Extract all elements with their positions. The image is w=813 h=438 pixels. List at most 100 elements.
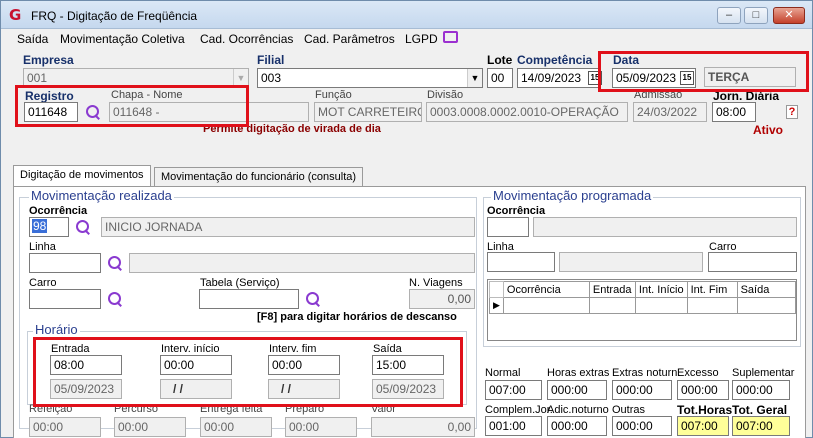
main-window: G FRQ - Digitação de Freqüência – □ ✕ Sa… — [0, 0, 813, 438]
adic-noturno-field: 000:00 — [547, 416, 607, 436]
horas-extras-field: 000:00 — [547, 380, 607, 400]
saida-time-field[interactable]: 15:00 — [372, 355, 444, 375]
prog-ocorrencia-label: Ocorrência — [487, 205, 546, 217]
interv-fim-time-field[interactable]: 00:00 — [268, 355, 340, 375]
empresa-select[interactable]: 001 — [23, 68, 249, 88]
admissao-field: 24/03/2022 — [633, 102, 707, 122]
table-row[interactable] — [502, 297, 590, 314]
registro-label: Registro — [25, 89, 74, 103]
data-label: Data — [613, 53, 640, 67]
interv-inicio-time-field[interactable]: 00:00 — [160, 355, 232, 375]
linha-field[interactable] — [29, 253, 101, 273]
suplementar-field: 000:00 — [732, 380, 790, 400]
grid-header-int-inicio: Int. Início — [634, 281, 688, 298]
divisao-field: 0003.0008.0002.0010-OPERAÇÃO — [426, 102, 628, 122]
percurso-label: Percurso — [114, 403, 159, 415]
chapa-nome-field: 011648 - — [109, 102, 309, 122]
empresa-label: Empresa — [23, 53, 74, 67]
tab-digitacao[interactable]: Digitação de movimentos — [13, 165, 151, 188]
prog-ocorrencia-code-field[interactable] — [487, 217, 529, 237]
prog-linha-field[interactable] — [487, 252, 555, 272]
weekday-display: TERÇA — [704, 67, 796, 87]
refeicao-field: 00:00 — [29, 417, 101, 437]
search-icon[interactable] — [107, 255, 123, 271]
interv-inicio-label: Interv. início — [161, 343, 220, 355]
menu-saida[interactable]: Saída — [17, 32, 48, 46]
grid-header-entrada: Entrada — [588, 281, 636, 298]
entrada-time-field[interactable]: 08:00 — [50, 355, 122, 375]
refeicao-label: Refeição — [29, 403, 73, 415]
chevron-down-icon[interactable]: ▼ — [467, 69, 482, 87]
entrada-date-field: 05/09/2023 — [50, 379, 122, 399]
programada-title: Movimentação programada — [491, 188, 654, 203]
grid-header-ocorrencia: Ocorrência — [502, 281, 590, 298]
registro-field[interactable]: 011648 — [24, 102, 78, 122]
ocorrencia-code-field[interactable]: 98 — [29, 217, 69, 237]
monitor-icon[interactable] — [443, 31, 458, 43]
extras-noturn-field: 000:00 — [612, 380, 672, 400]
app-logo-icon: G — [9, 6, 22, 24]
filial-select[interactable]: 003 — [257, 68, 483, 88]
realizada-title: Movimentação realizada — [29, 188, 174, 203]
lote-field[interactable]: 00 — [487, 68, 513, 88]
search-icon[interactable] — [305, 291, 321, 307]
competencia-date-field[interactable]: 14/09/2023 — [517, 68, 599, 88]
tot-horas-field: 007:00 — [677, 416, 729, 436]
complem-jor-label: Complem.Jor. — [485, 404, 553, 416]
normal-field: 007:00 — [485, 380, 542, 400]
ocorrencia-desc-field: INICIO JORNADA — [101, 217, 475, 237]
lote-label: Lote — [487, 53, 513, 67]
saida-label: Saída — [373, 343, 402, 355]
maximize-button[interactable]: □ — [744, 7, 768, 24]
menu-movimentacao-coletiva[interactable]: Movimentação Coletiva — [60, 32, 185, 46]
virada-message: Permite digitação de virada de dia — [203, 123, 381, 135]
admissao-label: Admissão — [634, 89, 683, 101]
preparo-label: Preparo — [285, 403, 325, 415]
extras-noturn-label: Extras noturn. — [612, 367, 681, 379]
tabela-label: Tabela (Serviço) — [200, 277, 280, 289]
calendar-icon[interactable]: 15 — [680, 71, 694, 85]
tab-movimentacao-funcionario[interactable]: Movimentação do funcionário (consulta) — [154, 167, 364, 187]
jorn-diaria-field[interactable]: 08:00 — [712, 102, 756, 122]
excesso-label: Excesso — [677, 367, 719, 379]
carro-field[interactable] — [29, 289, 101, 309]
row-pointer-icon: ▶ — [489, 297, 504, 314]
chapa-label: Chapa - Nome — [111, 89, 183, 101]
grid-row-indicator — [489, 281, 504, 298]
search-icon[interactable] — [107, 291, 123, 307]
menu-cad-ocorrencias[interactable]: Cad. Ocorrências — [200, 32, 293, 46]
adic-noturno-label: Adic.noturno — [547, 404, 609, 416]
jorn-diaria-label: Jorn. Diária — [713, 89, 780, 103]
prog-carro-field[interactable] — [708, 252, 797, 272]
prog-grid-table: Ocorrência Entrada Int. Início Int. Fim … — [489, 281, 796, 314]
outras-label: Outras — [612, 404, 646, 416]
interv-fim-date-field: / / — [268, 379, 340, 399]
menu-cad-parametros[interactable]: Cad. Parâmetros — [304, 32, 395, 46]
help-button[interactable]: ? — [786, 105, 798, 119]
nviagens-field: 0,00 — [409, 289, 475, 309]
calendar-icon[interactable]: 15 — [588, 71, 602, 85]
nviagens-label: N. Viagens — [409, 277, 463, 289]
menu-lgpd[interactable]: LGPD — [405, 32, 438, 46]
filial-label: Filial — [257, 53, 285, 67]
close-button[interactable]: ✕ — [773, 7, 805, 24]
saida-date-field: 05/09/2023 — [372, 379, 444, 399]
funcao-label: Função — [315, 89, 352, 101]
window-title: FRQ - Digitação de Freqüência — [31, 9, 198, 23]
search-icon[interactable] — [75, 219, 91, 235]
ocorrencia-label: Ocorrência — [29, 205, 88, 217]
horas-extras-label: Horas extras — [547, 367, 610, 379]
prog-linha-desc-field — [559, 252, 703, 272]
linha-label: Linha — [29, 241, 56, 253]
competencia-label: Competência — [517, 53, 593, 67]
grid-header-saida: Saída — [736, 281, 796, 298]
tabela-field[interactable] — [199, 289, 299, 309]
excesso-field: 000:00 — [677, 380, 729, 400]
divisao-label: Divisão — [427, 89, 464, 101]
search-icon[interactable] — [85, 104, 101, 120]
normal-label: Normal — [485, 367, 521, 379]
carro-label: Carro — [29, 277, 57, 289]
chevron-down-icon: ▼ — [233, 69, 248, 87]
suplementar-label: Suplementar — [732, 367, 795, 379]
minimize-button[interactable]: – — [717, 7, 741, 24]
